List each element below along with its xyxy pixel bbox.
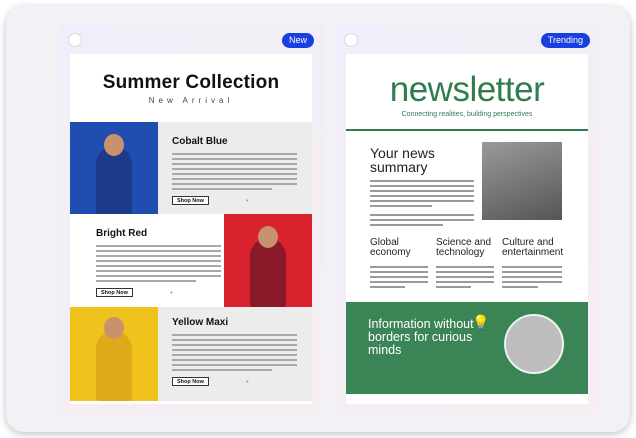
template-card-summer-collection[interactable]: New Summer Collection New Arrival Cobalt…	[58, 22, 324, 414]
product-description	[172, 153, 297, 193]
product-photo	[70, 122, 158, 216]
new-badge: New	[281, 33, 314, 48]
summary-text	[370, 180, 474, 210]
preview-subtitle: New Arrival	[148, 96, 234, 105]
lightbulb-icon: 💡	[472, 314, 490, 330]
column-heading: Global economy	[370, 237, 411, 258]
column-heading: Science and technology	[436, 237, 492, 258]
trending-badge: Trending	[540, 33, 590, 48]
product-photo	[70, 307, 158, 401]
column-text	[502, 266, 562, 291]
model-figure	[96, 146, 132, 216]
heart-icon: ♥	[246, 198, 249, 203]
preview-subtitle: Connecting realities, building perspecti…	[401, 111, 533, 118]
banner-heading: Information without borders for curious …	[368, 317, 474, 357]
product-row: Yellow Maxi Shop Now ♥	[70, 307, 312, 401]
shop-now-button[interactable]: Shop Now	[96, 288, 133, 297]
product-name: Yellow Maxi	[172, 317, 229, 328]
model-figure	[96, 331, 132, 401]
product-row: Bright Red Shop Now ♥	[70, 214, 312, 308]
column-text	[370, 266, 428, 291]
product-description	[96, 245, 221, 285]
product-photo	[224, 214, 312, 308]
template-gallery: New Summer Collection New Arrival Cobalt…	[6, 6, 630, 432]
product-name: Bright Red	[96, 228, 148, 239]
select-radio[interactable]	[344, 33, 358, 47]
product-row: Cobalt Blue Shop Now ♥	[70, 122, 312, 216]
divider	[346, 129, 588, 131]
summary-text	[370, 214, 474, 229]
product-description	[172, 334, 297, 374]
newsletter-banner: Information without borders for curious …	[346, 302, 588, 394]
heart-icon: ♥	[246, 379, 249, 384]
heart-icon: ♥	[170, 290, 173, 295]
column-heading: Culture and entertainment	[502, 237, 564, 258]
select-radio[interactable]	[68, 33, 82, 47]
preview-title: newsletter	[389, 70, 545, 109]
product-name: Cobalt Blue	[172, 136, 228, 147]
shop-now-button[interactable]: Shop Now	[172, 196, 209, 205]
shop-now-button[interactable]: Shop Now	[172, 377, 209, 386]
model-figure	[250, 238, 286, 308]
template-card-newsletter[interactable]: Trending newsletter Connecting realities…	[334, 22, 600, 414]
portrait-photo	[504, 314, 564, 374]
news-photo	[482, 142, 562, 220]
column-text	[436, 266, 494, 291]
summary-heading: Your news summary	[370, 145, 435, 175]
template-preview: newsletter Connecting realities, buildin…	[346, 54, 588, 404]
template-preview: Summer Collection New Arrival Cobalt Blu…	[70, 54, 312, 404]
preview-title: Summer Collection	[102, 72, 280, 93]
